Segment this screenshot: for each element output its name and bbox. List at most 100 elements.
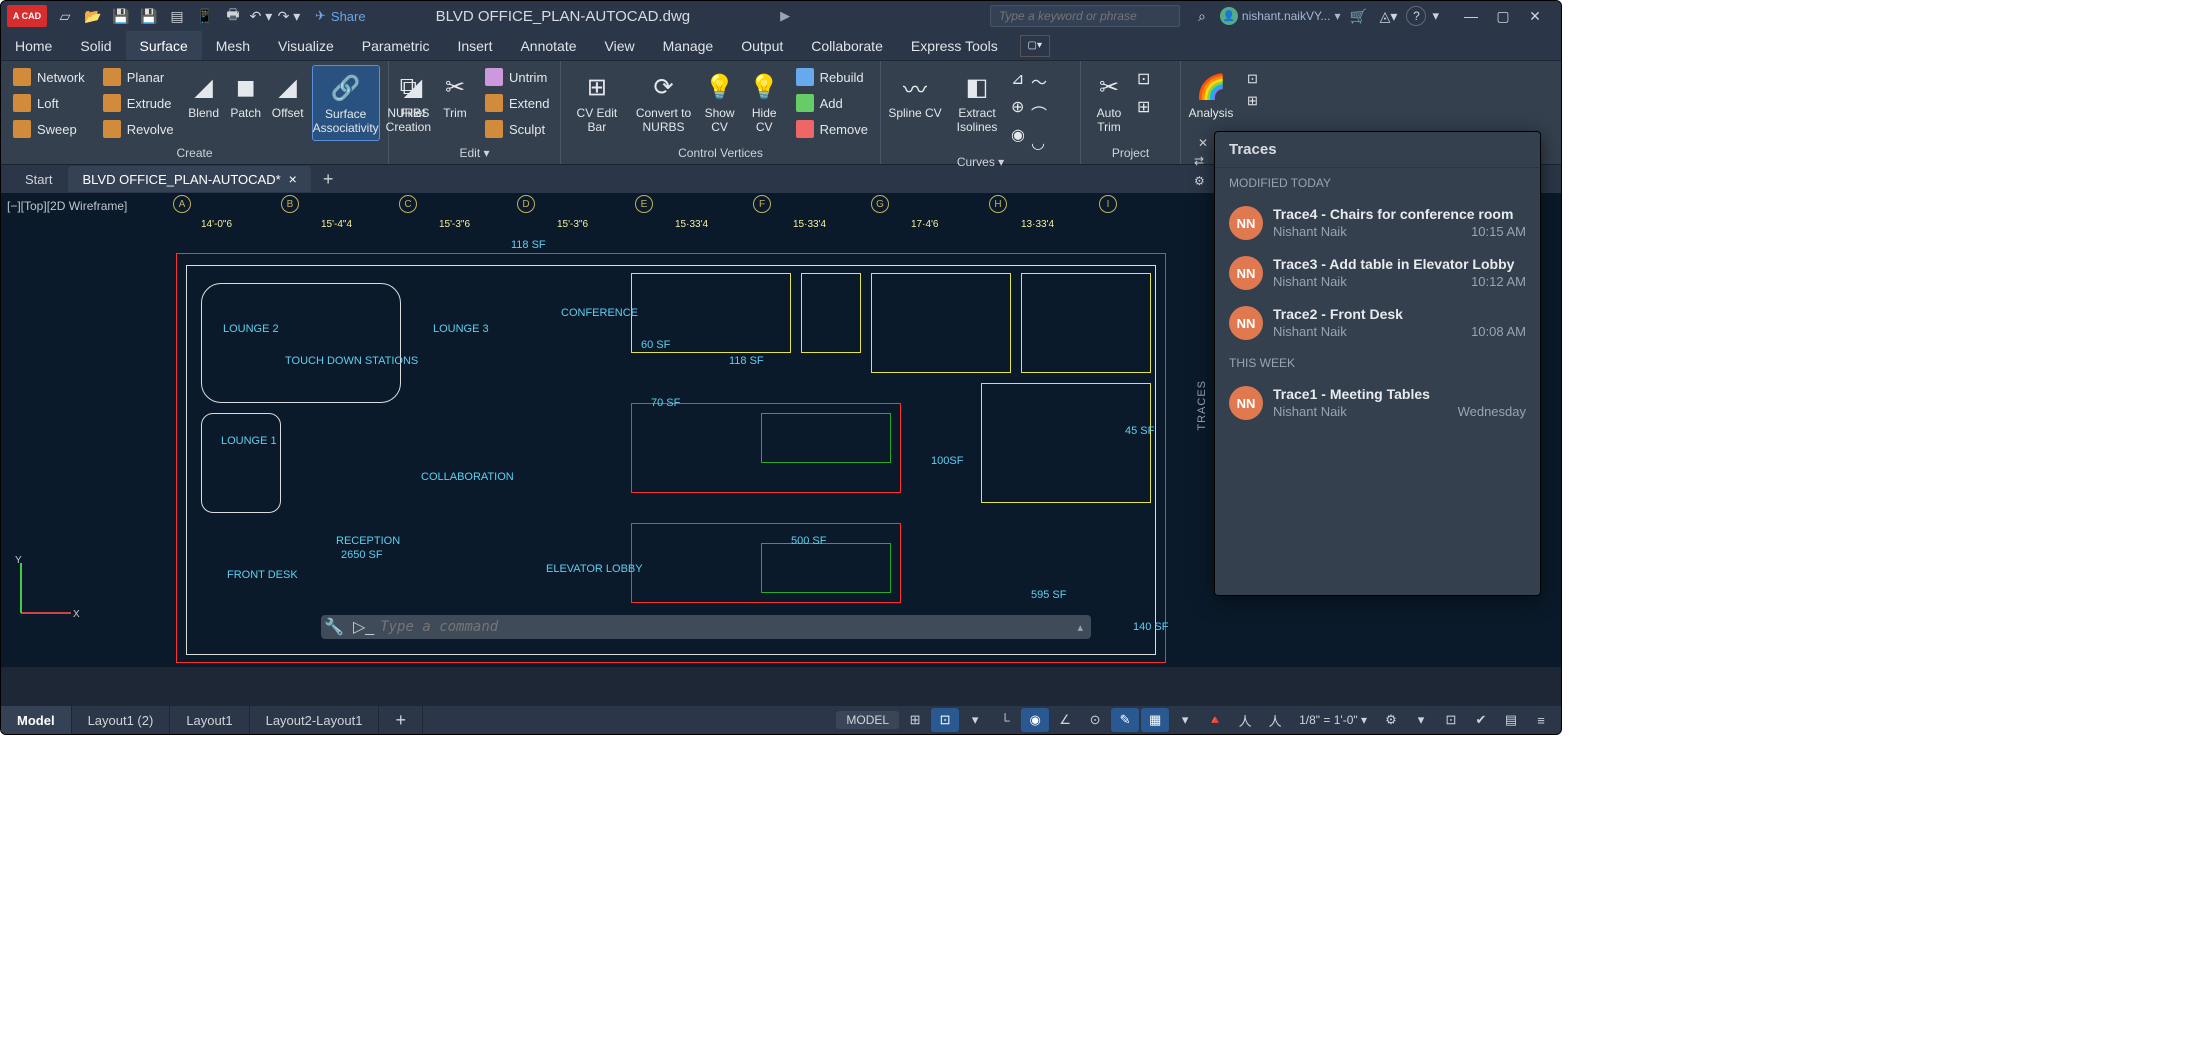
print-icon[interactable]: 🖶 bbox=[221, 4, 245, 28]
analysis-button[interactable]: 🌈Analysis bbox=[1187, 65, 1235, 125]
scale-display[interactable]: 1/8" = 1'-0" ▾ bbox=[1291, 713, 1375, 727]
ortho-icon[interactable]: └ bbox=[991, 708, 1019, 732]
plus-icon[interactable]: ▾ bbox=[1407, 708, 1435, 732]
maximize-button[interactable]: ▢ bbox=[1487, 1, 1519, 31]
undo-icon[interactable]: ↶ ▾ bbox=[249, 4, 273, 28]
ucs-icon[interactable]: X Y bbox=[11, 553, 81, 623]
menu-manage[interactable]: Manage bbox=[649, 31, 728, 60]
cveditbar-button[interactable]: ⊞CV Edit Bar bbox=[567, 65, 627, 139]
help-icon[interactable]: ? bbox=[1406, 6, 1426, 26]
lwt-icon[interactable]: ▦ bbox=[1141, 708, 1169, 732]
splinecv-button[interactable]: 〰Spline CV bbox=[887, 65, 943, 125]
network-button[interactable]: Network bbox=[7, 65, 91, 89]
trace-item[interactable]: NN Trace2 - Front Desk Nishant Naik 10:0… bbox=[1215, 298, 1540, 348]
tab-start[interactable]: Start bbox=[11, 166, 66, 192]
fillet-button[interactable]: ◢Fillet bbox=[395, 65, 431, 125]
close-button[interactable]: ✕ bbox=[1519, 1, 1551, 31]
traces-close-icon[interactable]: ✕ bbox=[1194, 134, 1212, 152]
tab-active-doc[interactable]: BLVD OFFICE_PLAN-AUTOCAD* × bbox=[68, 166, 310, 192]
snap-dropdown-icon[interactable]: ▾ bbox=[961, 708, 989, 732]
layout-tab-3[interactable]: Layout2-Layout1 bbox=[250, 706, 380, 734]
extrude-button[interactable]: Extrude bbox=[97, 91, 180, 115]
hidecv-button[interactable]: 💡Hide CV bbox=[745, 65, 784, 139]
sweep-button[interactable]: Sweep bbox=[7, 117, 91, 141]
scale-person-icon[interactable]: 人 bbox=[1261, 708, 1289, 732]
search-input[interactable] bbox=[990, 5, 1180, 27]
menu-surface[interactable]: Surface bbox=[126, 31, 202, 60]
tab-add-button[interactable]: + bbox=[313, 166, 344, 192]
ribbon-overflow-icon-2[interactable]: ⊞ bbox=[1247, 93, 1258, 109]
dyn-icon[interactable]: ✎ bbox=[1111, 708, 1139, 732]
isolines-button[interactable]: ◧Extract Isolines bbox=[949, 65, 1005, 139]
convert-nurbs-button[interactable]: ⟳Convert to NURBS bbox=[633, 65, 695, 139]
person-icon[interactable]: 人 bbox=[1231, 708, 1259, 732]
offset-button[interactable]: ◢Offset bbox=[270, 65, 306, 125]
iso-icon[interactable]: ∠ bbox=[1051, 708, 1079, 732]
menu-mesh[interactable]: Mesh bbox=[202, 31, 264, 60]
layout-tab-2[interactable]: Layout1 bbox=[170, 706, 249, 734]
ribbon-overflow-icon-1[interactable]: ⊡ bbox=[1247, 71, 1258, 87]
patch-button[interactable]: ◼Patch bbox=[228, 65, 264, 125]
menu-collaborate[interactable]: Collaborate bbox=[797, 31, 897, 60]
layout-tab-1[interactable]: Layout1 (2) bbox=[72, 706, 171, 734]
clean-icon[interactable]: ▤ bbox=[1497, 708, 1525, 732]
tab-close-icon[interactable]: × bbox=[289, 171, 297, 187]
cloud-icon[interactable]: ✔ bbox=[1467, 708, 1495, 732]
menu-solid[interactable]: Solid bbox=[66, 31, 125, 60]
command-gear-icon[interactable]: 🔧 bbox=[321, 617, 347, 637]
proj-icon-1[interactable]: ⊡ bbox=[1137, 69, 1150, 89]
untrim-button[interactable]: Untrim bbox=[479, 65, 555, 89]
curves-mini-icon-2[interactable]: ⊕ bbox=[1011, 97, 1025, 117]
curves-mini-icon-6[interactable]: ◡ bbox=[1031, 133, 1047, 153]
polar-icon[interactable]: ◉ bbox=[1021, 708, 1049, 732]
minimize-button[interactable]: — bbox=[1455, 1, 1487, 31]
rebuild-button[interactable]: Rebuild bbox=[790, 65, 874, 89]
blend-button[interactable]: ◢Blend bbox=[186, 65, 222, 125]
open-web-icon[interactable]: ▤ bbox=[165, 4, 189, 28]
layout-tab-model[interactable]: Model bbox=[1, 706, 72, 734]
menu-home[interactable]: Home bbox=[1, 31, 66, 60]
menu-visualize[interactable]: Visualize bbox=[264, 31, 348, 60]
save-web-icon[interactable]: 📱 bbox=[193, 4, 217, 28]
view-label[interactable]: [−][Top][2D Wireframe] bbox=[7, 199, 127, 213]
trim-button[interactable]: ✂Trim bbox=[437, 65, 473, 125]
gear-icon[interactable]: ⚙ bbox=[1377, 708, 1405, 732]
apps-icon[interactable]: ◬▾ bbox=[1376, 4, 1400, 28]
osnap-icon[interactable]: ⊙ bbox=[1081, 708, 1109, 732]
revolve-button[interactable]: Revolve bbox=[97, 117, 180, 141]
add-button[interactable]: Add bbox=[790, 91, 874, 115]
menu-annotate[interactable]: Annotate bbox=[506, 31, 590, 60]
traces-dock-icon[interactable]: ⇄ bbox=[1194, 154, 1204, 168]
menu-view[interactable]: View bbox=[591, 31, 649, 60]
curves-mini-icon-1[interactable]: ⊿ bbox=[1011, 69, 1025, 89]
menu-express[interactable]: Express Tools bbox=[897, 31, 1012, 60]
new-icon[interactable]: ▱ bbox=[53, 4, 77, 28]
units-icon[interactable]: ⊡ bbox=[1437, 708, 1465, 732]
command-line[interactable]: 🔧 ▷_ ▴ bbox=[321, 615, 1091, 639]
transparency-icon[interactable]: ▾ bbox=[1171, 708, 1199, 732]
command-expand-icon[interactable]: ▴ bbox=[1069, 621, 1091, 634]
search-icon[interactable]: ⌕ bbox=[1190, 4, 1214, 28]
app-logo[interactable]: A CAD bbox=[7, 5, 47, 27]
user-menu[interactable]: 👤 nishant.naikVY...▾ bbox=[1220, 7, 1341, 25]
loft-button[interactable]: Loft bbox=[7, 91, 91, 115]
trace-item[interactable]: NN Trace3 - Add table in Elevator Lobby … bbox=[1215, 248, 1540, 298]
curves-mini-icon-3[interactable]: ◉ bbox=[1011, 125, 1025, 145]
autotrim-button[interactable]: ✂Auto Trim bbox=[1087, 65, 1131, 139]
showcv-button[interactable]: 💡Show CV bbox=[700, 65, 739, 139]
sculpt-button[interactable]: Sculpt bbox=[479, 117, 555, 141]
layout-tab-add[interactable]: + bbox=[379, 706, 423, 734]
cart-icon[interactable]: 🛒 bbox=[1346, 4, 1370, 28]
redo-icon[interactable]: ↷ ▾ bbox=[277, 4, 301, 28]
open-icon[interactable]: 📂 bbox=[81, 4, 105, 28]
extend-button[interactable]: Extend bbox=[479, 91, 555, 115]
surface-associativity-button[interactable]: 🔗Surface Associativity bbox=[312, 65, 380, 141]
curves-mini-icon-5[interactable]: ⌒ bbox=[1031, 101, 1047, 125]
proj-icon-2[interactable]: ⊞ bbox=[1137, 97, 1150, 117]
menu-insert[interactable]: Insert bbox=[443, 31, 506, 60]
menu-parametric[interactable]: Parametric bbox=[348, 31, 444, 60]
search-box[interactable] bbox=[990, 5, 1180, 27]
workspace-icon[interactable]: 🔺 bbox=[1201, 708, 1229, 732]
planar-button[interactable]: Planar bbox=[97, 65, 180, 89]
menu-overflow-icon[interactable]: ▢▾ bbox=[1020, 35, 1050, 57]
